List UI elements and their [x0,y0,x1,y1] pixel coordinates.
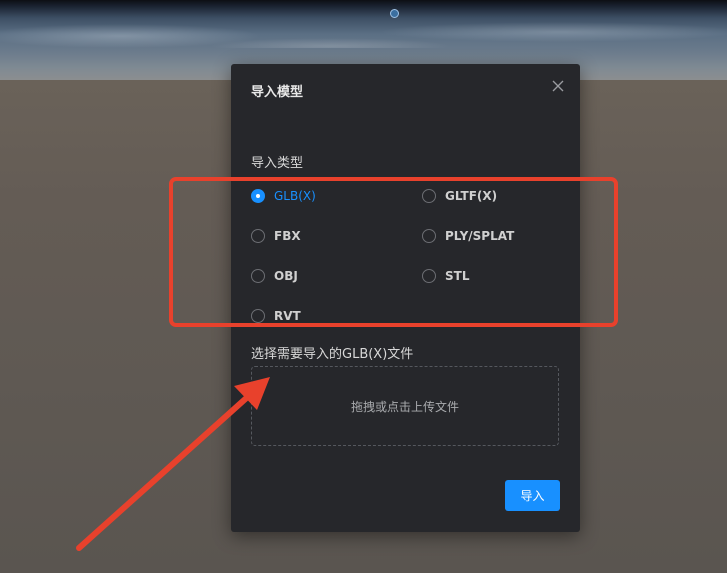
radio-unchecked-icon [251,269,265,283]
radio-unchecked-icon [422,269,436,283]
radio-checked-icon [251,189,265,203]
import-type-label: 导入类型 [251,156,304,171]
close-icon [552,80,564,92]
upload-hint: 拖拽或点击上传文件 [350,399,459,414]
radio-unchecked-icon [251,229,265,243]
close-button[interactable] [551,79,565,93]
import-button[interactable]: 导入 [505,480,560,511]
radio-label: FBX [274,229,301,243]
radio-label: STL [445,269,470,283]
radio-label: PLY/SPLAT [445,229,515,243]
radio-option-stl[interactable]: STL [422,269,469,283]
select-file-label: 选择需要导入的GLB(X)文件 [251,347,414,362]
radio-unchecked-icon [422,229,436,243]
radio-option-glbx[interactable]: GLB(X) [251,189,316,203]
file-upload-dropzone[interactable]: 拖拽或点击上传文件 [251,366,559,446]
radio-option-rvt[interactable]: RVT [251,309,301,323]
radio-label: OBJ [274,269,298,283]
radio-unchecked-icon [251,309,265,323]
radio-option-ply-splat[interactable]: PLY/SPLAT [422,229,514,243]
radio-option-gltfx[interactable]: GLTF(X) [422,189,497,203]
radio-label: GLTF(X) [445,189,498,203]
scene-marker-dot [390,9,399,18]
import-model-dialog: 导入模型 导入类型 GLB(X) GLTF(X) FBX PLY/SPLAT O… [231,64,580,532]
radio-option-fbx[interactable]: FBX [251,229,301,243]
dialog-title: 导入模型 [251,85,304,100]
radio-unchecked-icon [422,189,436,203]
radio-option-obj[interactable]: OBJ [251,269,298,283]
radio-label: RVT [274,309,301,323]
radio-label: GLB(X) [274,189,316,203]
